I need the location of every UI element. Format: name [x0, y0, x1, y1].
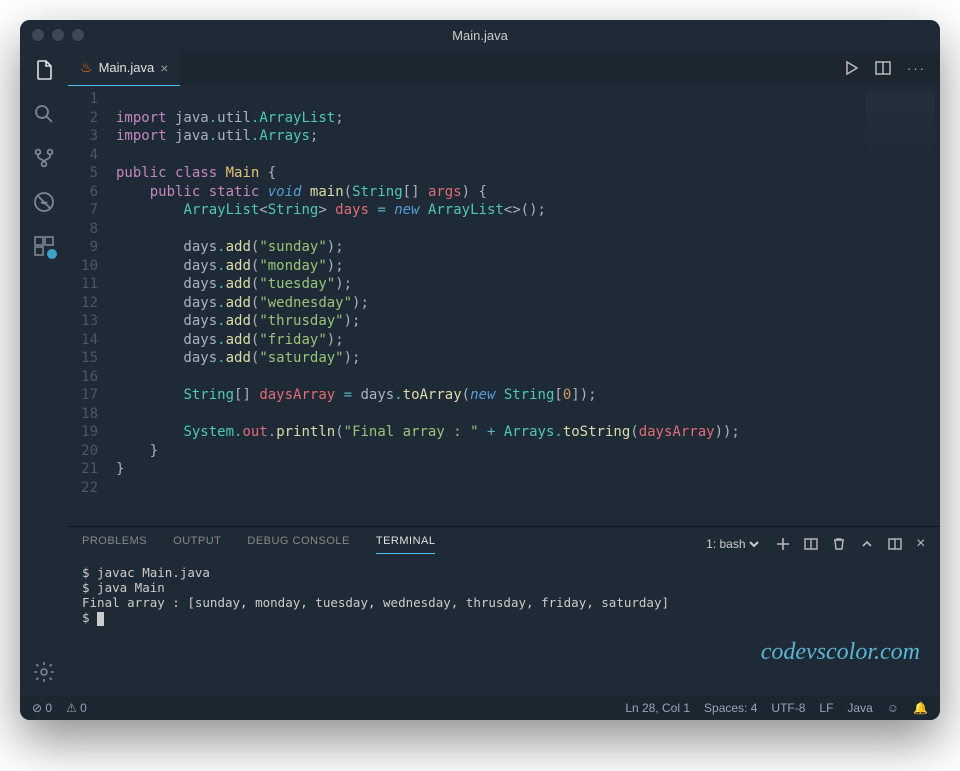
main-area: ♨ Main.java × ··· 1234567891011121314151… [68, 50, 940, 696]
body: ♨ Main.java × ··· 1234567891011121314151… [20, 50, 940, 696]
panel: PROBLEMS OUTPUT DEBUG CONSOLE TERMINAL 1… [68, 526, 940, 696]
status-encoding[interactable]: UTF-8 [771, 701, 805, 715]
minimap[interactable] [866, 92, 934, 162]
minimize-dot[interactable] [52, 29, 64, 41]
status-lang[interactable]: Java [847, 701, 872, 715]
code-area[interactable]: import java.util.ArrayList;import java.u… [116, 86, 940, 526]
more-icon[interactable]: ··· [907, 61, 926, 76]
tab-terminal[interactable]: TERMINAL [376, 535, 436, 554]
trash-icon[interactable] [832, 537, 846, 551]
feedback-icon[interactable]: ☺ [887, 701, 899, 715]
editor[interactable]: 12345678910111213141516171819202122 impo… [68, 86, 940, 526]
split-icon[interactable] [875, 60, 891, 76]
split-terminal-icon[interactable] [804, 537, 818, 551]
traffic-lights[interactable] [32, 29, 84, 41]
gear-icon[interactable] [32, 660, 56, 684]
chevron-up-icon[interactable] [860, 537, 874, 551]
zoom-dot[interactable] [72, 29, 84, 41]
activity-bar [20, 50, 68, 696]
panel-tabs: PROBLEMS OUTPUT DEBUG CONSOLE TERMINAL 1… [68, 527, 940, 561]
search-icon[interactable] [32, 102, 56, 126]
plus-icon[interactable] [776, 537, 790, 551]
status-bar: ⊘ 0 ⚠ 0 Ln 28, Col 1 Spaces: 4 UTF-8 LF … [20, 696, 940, 720]
close-dot[interactable] [32, 29, 44, 41]
tab-main-java[interactable]: ♨ Main.java × [68, 50, 180, 86]
java-file-icon: ♨ [80, 59, 93, 76]
vscode-window: Main.java [20, 20, 940, 720]
close-icon[interactable]: × [160, 60, 168, 76]
titlebar: Main.java [20, 20, 940, 50]
tab-label: Main.java [99, 60, 155, 75]
tab-output[interactable]: OUTPUT [173, 535, 221, 553]
tab-problems[interactable]: PROBLEMS [82, 535, 147, 553]
status-errors[interactable]: ⊘ 0 [32, 701, 52, 715]
scm-icon[interactable] [32, 146, 56, 170]
status-warnings[interactable]: ⚠ 0 [66, 701, 87, 715]
status-spaces[interactable]: Spaces: 4 [704, 701, 757, 715]
explorer-icon[interactable] [32, 58, 56, 82]
status-pos[interactable]: Ln 28, Col 1 [625, 701, 690, 715]
maximize-icon[interactable] [888, 537, 902, 551]
extensions-icon[interactable] [32, 234, 56, 258]
window-title: Main.java [20, 28, 940, 43]
bell-icon[interactable]: 🔔 [913, 701, 928, 715]
debug-icon[interactable] [32, 190, 56, 214]
tab-debug-console[interactable]: DEBUG CONSOLE [247, 535, 349, 553]
status-eol[interactable]: LF [819, 701, 833, 715]
tab-bar: ♨ Main.java × ··· [68, 50, 940, 86]
terminal[interactable]: $ javac Main.java$ java MainFinal array … [68, 561, 940, 696]
run-icon[interactable] [843, 60, 859, 76]
tab-actions: ··· [843, 50, 940, 86]
close-panel-icon[interactable]: × [916, 535, 926, 553]
terminal-select[interactable]: 1: bash [702, 536, 762, 552]
gutter: 12345678910111213141516171819202122 [68, 86, 116, 526]
